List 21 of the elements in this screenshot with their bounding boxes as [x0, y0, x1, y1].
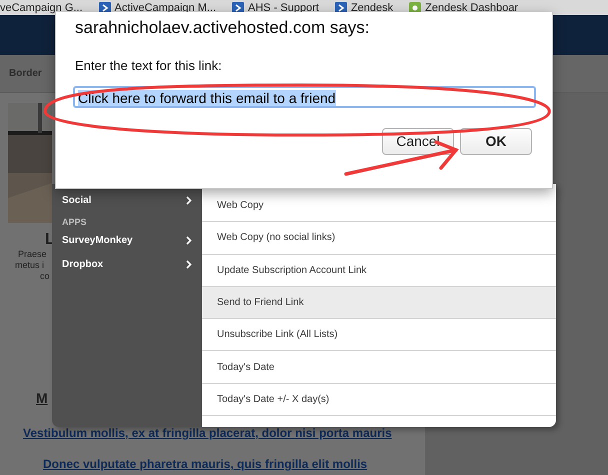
- subheading-text: M: [36, 390, 48, 406]
- body-text: co: [40, 271, 50, 282]
- menu-category[interactable]: Social: [62, 188, 192, 212]
- bookmark-link[interactable]: Zendesk Dashboar: [425, 2, 518, 14]
- menu-option[interactable]: Send to Friend Link: [202, 286, 556, 318]
- ok-button[interactable]: OK: [460, 128, 532, 155]
- section-heading: APPS: [62, 216, 88, 228]
- body-text: metus i: [15, 260, 44, 271]
- menu-category[interactable]: SurveyMonkey: [62, 228, 192, 252]
- bookmark-link[interactable]: Zendesk: [350, 2, 394, 14]
- chevron-icon: [186, 260, 192, 268]
- dialog-title: sarahnicholaev.activehosted.com says:: [75, 18, 371, 38]
- bookmark-link[interactable]: ActiveCampaign M...: [114, 2, 216, 14]
- menu-category[interactable]: Dropbox: [62, 252, 192, 276]
- bookmark-link[interactable]: AHS - Support: [248, 2, 319, 14]
- border-label: Border: [9, 67, 42, 81]
- body-text: Praese: [18, 249, 47, 260]
- prompt-text: Enter the text for this link:: [75, 58, 223, 74]
- chevron-icon: [186, 196, 192, 204]
- chevron-icon: [186, 236, 192, 244]
- bookmark-link[interactable]: veCampaign G...: [0, 3, 83, 14]
